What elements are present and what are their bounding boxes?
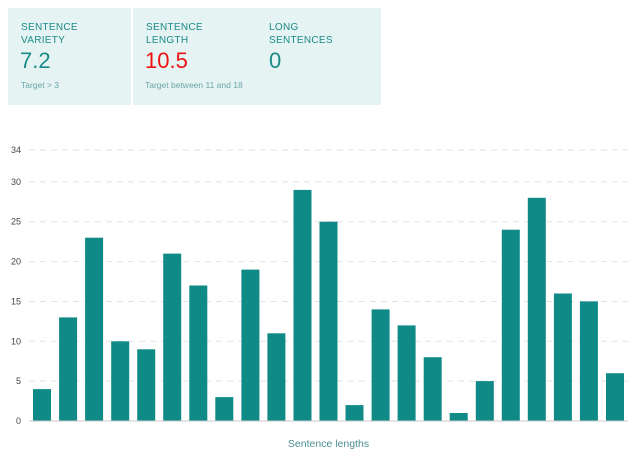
bar xyxy=(137,349,156,421)
bar xyxy=(319,221,338,421)
bar xyxy=(606,373,624,421)
bar xyxy=(163,253,182,421)
bar xyxy=(293,189,312,421)
bar xyxy=(345,405,364,421)
bar xyxy=(475,381,494,421)
bar xyxy=(579,301,598,421)
bar xyxy=(501,229,520,421)
x-axis-label: Sentence lengths xyxy=(288,438,369,450)
y-tick-label: 0 xyxy=(16,416,21,426)
sentence-length-chart: 0 5 10 15 20 25 30 34 Sentence lengths xyxy=(11,145,628,450)
bar xyxy=(111,341,130,421)
y-tick-label: 15 xyxy=(11,296,21,306)
bar xyxy=(33,389,51,421)
y-tick-label: 10 xyxy=(11,336,21,346)
y-axis-ticks: 0 5 10 15 20 25 30 34 xyxy=(11,145,21,426)
bar xyxy=(267,333,286,421)
y-tick-label: 20 xyxy=(11,257,21,267)
bar xyxy=(59,317,78,421)
bar xyxy=(553,293,572,421)
y-tick-label: 25 xyxy=(11,217,21,227)
chart-bars xyxy=(33,189,624,421)
y-tick-label: 5 xyxy=(16,376,21,386)
y-tick-label: 34 xyxy=(11,145,21,155)
bar xyxy=(189,285,208,421)
y-tick-label: 30 xyxy=(11,177,21,187)
bar xyxy=(449,413,468,421)
bar xyxy=(397,325,416,421)
bar xyxy=(371,309,390,421)
bar xyxy=(527,197,546,421)
bar xyxy=(85,237,104,421)
bar xyxy=(241,269,260,421)
bar xyxy=(215,397,234,421)
bar xyxy=(423,357,442,421)
